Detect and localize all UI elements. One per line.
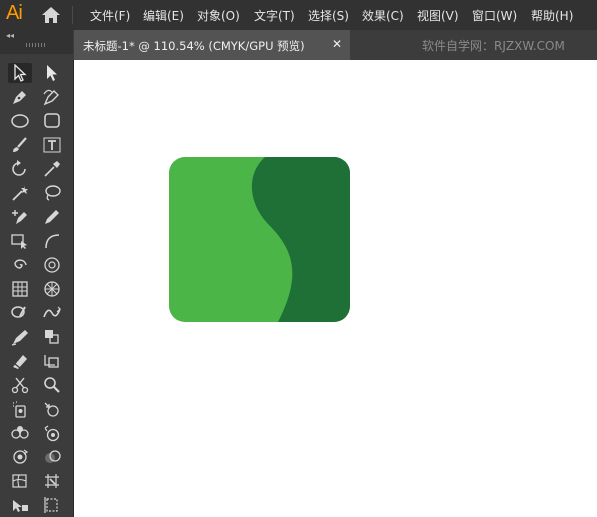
menu-window[interactable]: 窗口(W) (472, 7, 517, 24)
blob-brush-tool-icon[interactable] (8, 303, 32, 323)
direct-selection-tool-icon[interactable] (40, 63, 64, 83)
perspective-grid-tool-icon[interactable] (40, 279, 64, 299)
artboard-tool-icon[interactable] (40, 351, 64, 371)
watermark-text: 软件自学网：RJZXW.COM (422, 39, 565, 53)
paintbrush-tool-icon[interactable] (8, 135, 32, 155)
green-logo-artwork[interactable] (169, 157, 350, 322)
spiral-tool-icon[interactable] (8, 255, 32, 275)
curvature-tool-icon[interactable] (40, 87, 64, 107)
menu-separator (72, 6, 73, 24)
tools-panel (0, 54, 73, 517)
symbol-stainer-tool-icon[interactable] (40, 447, 64, 467)
menu-object[interactable]: 对象(O) (197, 7, 240, 24)
menu-type[interactable]: 文字(T) (254, 7, 295, 24)
type-tool-icon[interactable] (40, 135, 64, 155)
pen-tool-icon[interactable] (8, 87, 32, 107)
symbol-sprayer-tool-icon[interactable] (8, 399, 32, 419)
close-tab-icon[interactable]: ✕ (332, 37, 342, 51)
symbol-spinner-tool-icon[interactable] (8, 447, 32, 467)
puppet-warp-tool-icon[interactable] (8, 495, 32, 515)
selection-tool-icon[interactable] (8, 63, 32, 83)
eyedropper-tool-icon[interactable] (40, 159, 64, 179)
menu-help[interactable]: 帮助(H) (531, 7, 573, 24)
scissors-tool-icon[interactable] (8, 375, 32, 395)
magic-wand-tool-icon[interactable] (8, 183, 32, 203)
width-tool-icon[interactable] (40, 303, 64, 323)
collapse-panel-icon[interactable]: ◂◂ (6, 31, 14, 40)
rectangular-grid-tool-icon[interactable] (8, 279, 32, 299)
slice-tool-icon[interactable] (40, 471, 64, 491)
lasso-tool-icon[interactable] (40, 183, 64, 203)
zoom-tool-icon[interactable] (40, 375, 64, 395)
home-icon[interactable] (40, 5, 62, 25)
add-anchor-tool-icon[interactable] (8, 207, 32, 227)
document-tab-title: 未标题-1* @ 110.54% (CMYK/GPU 预览) (83, 39, 305, 53)
panel-grip-icon[interactable] (26, 43, 46, 47)
mesh-tool-icon[interactable] (8, 471, 32, 491)
menu-bar: Ai 文件(F) 编辑(E) 对象(O) 文字(T) 选择(S) 效果(C) 视… (0, 0, 597, 30)
menu-edit[interactable]: 编辑(E) (143, 7, 184, 24)
eraser-tool-icon[interactable] (8, 351, 32, 371)
ellipse-tool-icon[interactable] (8, 111, 32, 131)
polar-grid-tool-icon[interactable] (40, 255, 64, 275)
menu-select[interactable]: 选择(S) (308, 7, 349, 24)
symbol-scruncher-tool-icon[interactable] (8, 423, 32, 443)
app-logo: Ai (6, 2, 23, 24)
menu-view[interactable]: 视图(V) (417, 7, 459, 24)
symbol-sizer-tool-icon[interactable] (40, 423, 64, 443)
pencil-tool-icon[interactable] (40, 207, 64, 227)
arc-tool-icon[interactable] (40, 231, 64, 251)
free-transform-tool-icon[interactable] (8, 231, 32, 251)
shape-builder-tool-icon[interactable] (40, 327, 64, 347)
toolbar-header: ◂◂ (0, 30, 73, 54)
symbol-shifter-tool-icon[interactable] (40, 399, 64, 419)
document-tab[interactable]: 未标题-1* @ 110.54% (CMYK/GPU 预览) ✕ (74, 30, 350, 60)
rotate-tool-icon[interactable] (8, 159, 32, 179)
menu-file[interactable]: 文件(F) (90, 7, 130, 24)
shaper-tool-icon[interactable] (8, 327, 32, 347)
rectangle-tool-icon[interactable] (40, 111, 64, 131)
slice-select-tool-icon[interactable] (40, 495, 64, 515)
menu-effect[interactable]: 效果(C) (362, 7, 404, 24)
